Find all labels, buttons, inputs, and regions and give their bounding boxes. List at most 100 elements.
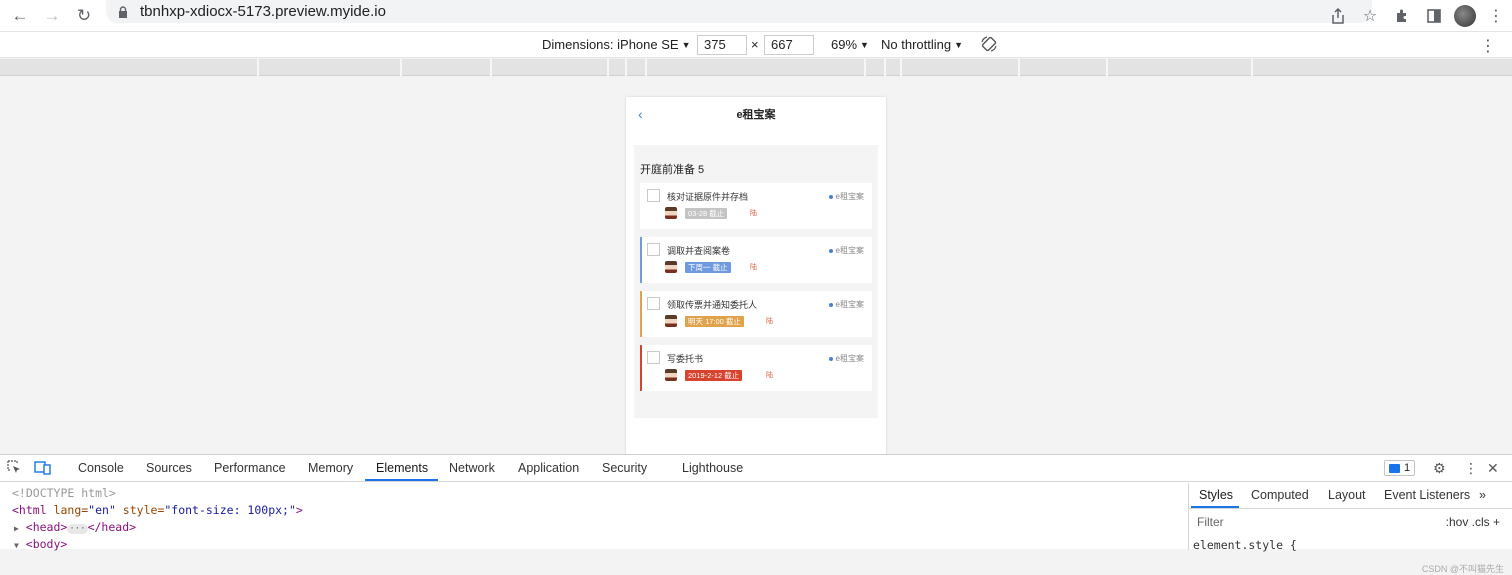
reload-icon[interactable]: ↻ — [68, 0, 100, 31]
throttling-select[interactable]: No throttling ▼ — [881, 37, 963, 52]
issues-badge[interactable]: 1 — [1384, 460, 1416, 476]
lock-icon — [116, 5, 130, 19]
page-title: e租宝案 — [736, 108, 776, 121]
deadline-tag: 03-28 截止 — [685, 208, 728, 219]
source-dot-icon — [828, 356, 833, 361]
device-dimensions-select[interactable]: Dimensions: iPhone SE ▼ — [542, 37, 691, 52]
phone-screen: ‹ e租宝案 开庭前准备 5 核对证据原件并存档 e租宝案 03-28 截止 陆 — [626, 97, 886, 457]
dom-tag: <html — [12, 503, 47, 517]
issues-icon — [1389, 463, 1400, 473]
tab-sources[interactable]: Sources — [146, 461, 192, 475]
more-tabs-icon[interactable]: » — [1479, 488, 1486, 502]
assignee-avatar — [665, 261, 677, 273]
tab-application[interactable]: Application — [518, 461, 579, 475]
dom-attr-value: "en" — [88, 503, 116, 517]
tab-elements[interactable]: Elements — [376, 461, 428, 475]
task-checkbox[interactable] — [647, 297, 660, 310]
device-viewport: ‹ e租宝案 开庭前准备 5 核对证据原件并存档 e租宝案 03-28 截止 陆 — [0, 77, 1512, 457]
close-icon[interactable]: ✕ — [1487, 460, 1499, 477]
share-icon[interactable] — [1322, 4, 1354, 27]
devtools-tab-bar: Console Sources Performance Memory Eleme… — [0, 455, 1512, 482]
tab-console[interactable]: Console — [78, 461, 124, 475]
dom-html-line[interactable]: <html lang="en" style="font-size: 100px;… — [12, 503, 303, 517]
source-dot-icon — [828, 248, 833, 253]
extensions-icon[interactable] — [1386, 4, 1418, 27]
source-dot-icon — [828, 302, 833, 307]
dom-tag: > — [295, 503, 303, 517]
device-width-input[interactable]: 375 — [697, 35, 747, 55]
device-height-input[interactable]: 667 — [764, 35, 814, 55]
task-checkbox[interactable] — [647, 351, 660, 364]
priority-bar — [640, 237, 642, 283]
priority-bar — [640, 345, 642, 391]
deadline-tag: 下周一 截止 — [685, 262, 731, 273]
device-toggle-icon[interactable] — [34, 460, 51, 478]
task-card[interactable]: 核对证据原件并存档 e租宝案 03-28 截止 陆 — [640, 183, 872, 229]
task-card[interactable]: 调取并查阅案卷 e租宝案 下周一 截止 陆 — [640, 237, 872, 283]
element-style-rule[interactable]: element.style { — [1193, 538, 1297, 552]
dom-head-line[interactable]: ▶ <head> ··· </head> — [14, 520, 136, 534]
task-source-label: e租宝案 — [835, 300, 864, 309]
app-header: ‹ e租宝案 — [626, 97, 886, 130]
tab-memory[interactable]: Memory — [308, 461, 353, 475]
tab-security[interactable]: Security — [602, 461, 647, 475]
devtools-panel: Console Sources Performance Memory Eleme… — [0, 454, 1512, 574]
star-icon[interactable]: ☆ — [1354, 4, 1386, 27]
tab-performance[interactable]: Performance — [214, 461, 286, 475]
device-toolbar-more-icon[interactable]: ⋮ — [1480, 36, 1496, 56]
task-source: e租宝案 — [828, 299, 864, 310]
back-chevron-icon[interactable]: ‹ — [638, 106, 643, 122]
throttling-value: No throttling — [881, 37, 952, 52]
task-checkbox[interactable] — [647, 243, 660, 256]
profile-avatar[interactable] — [1454, 4, 1476, 27]
tab-network[interactable]: Network — [449, 461, 495, 475]
zoom-value: 69% — [831, 37, 858, 52]
dom-attr-value: "font-size: 100px;" — [164, 503, 296, 517]
forward-icon[interactable]: → — [36, 0, 68, 31]
task-card[interactable]: 写委托书 e租宝案 2019-2-12 截止 陆 — [640, 345, 872, 391]
styles-toolbar[interactable]: :hov .cls + — [1446, 515, 1500, 529]
tab-computed[interactable]: Computed — [1251, 488, 1309, 502]
sidepanel-icon[interactable] — [1418, 4, 1450, 27]
back-icon[interactable]: ← — [4, 0, 36, 31]
issues-count: 1 — [1404, 462, 1411, 474]
dimensions-times: × — [751, 37, 759, 52]
deadline-tag: 明天 17:00 截止 — [685, 316, 744, 327]
task-group: 开庭前准备 5 核对证据原件并存档 e租宝案 03-28 截止 陆 调取并查阅案… — [634, 145, 878, 418]
subtask-mark: 陆 — [766, 318, 773, 325]
styles-tab-bar: Styles Computed Layout Event Listeners » — [1189, 483, 1512, 509]
task-source: e租宝案 — [828, 191, 864, 202]
settings-gear-icon[interactable]: ⚙ — [1433, 460, 1446, 477]
dom-doctype[interactable]: <!DOCTYPE html> — [12, 486, 116, 500]
menu-icon[interactable]: ⋮ — [1480, 4, 1512, 27]
url-field[interactable]: tbnhxp-xdiocx-5173.preview.myide.io — [106, 0, 1372, 23]
subtask-mark: 陆 — [750, 210, 757, 217]
assignee-avatar — [665, 369, 677, 381]
inspect-element-icon[interactable] — [7, 460, 22, 478]
url-text: tbnhxp-xdiocx-5173.preview.myide.io — [140, 3, 386, 20]
task-source-label: e租宝案 — [835, 246, 864, 255]
caret-down-icon: ▼ — [860, 39, 869, 50]
media-query-ruler — [0, 59, 1512, 76]
devtools-more-icon[interactable]: ⋮ — [1464, 460, 1478, 477]
styles-filter-input[interactable]: Filter — [1197, 515, 1224, 529]
tab-layout[interactable]: Layout — [1328, 488, 1366, 502]
task-checkbox[interactable] — [647, 189, 660, 202]
task-source-label: e租宝案 — [835, 192, 864, 201]
task-source: e租宝案 — [828, 245, 864, 256]
collapsed-ellipsis[interactable]: ··· — [67, 524, 88, 534]
tab-lighthouse[interactable]: Lighthouse — [682, 461, 743, 475]
browser-address-bar: ← → ↻ tbnhxp-xdiocx-5173.preview.myide.i… — [0, 0, 1512, 31]
task-title: 领取传票并通知委托人 — [667, 300, 758, 310]
zoom-select[interactable]: 69% ▼ — [831, 37, 869, 52]
tab-event-listeners[interactable]: Event Listeners — [1384, 488, 1470, 502]
rotate-icon[interactable] — [980, 35, 998, 53]
group-title: 开庭前准备 5 — [640, 164, 705, 176]
tab-styles[interactable]: Styles — [1199, 488, 1233, 502]
source-dot-icon — [828, 194, 833, 199]
assignee-avatar — [665, 315, 677, 327]
expand-triangle-icon[interactable]: ▶ — [14, 524, 19, 533]
device-toolbar: Dimensions: iPhone SE ▼ 375 × 667 69% ▼ … — [0, 31, 1512, 58]
active-tab-indicator — [1191, 506, 1239, 508]
task-card[interactable]: 领取传票并通知委托人 e租宝案 明天 17:00 截止 陆 — [640, 291, 872, 337]
